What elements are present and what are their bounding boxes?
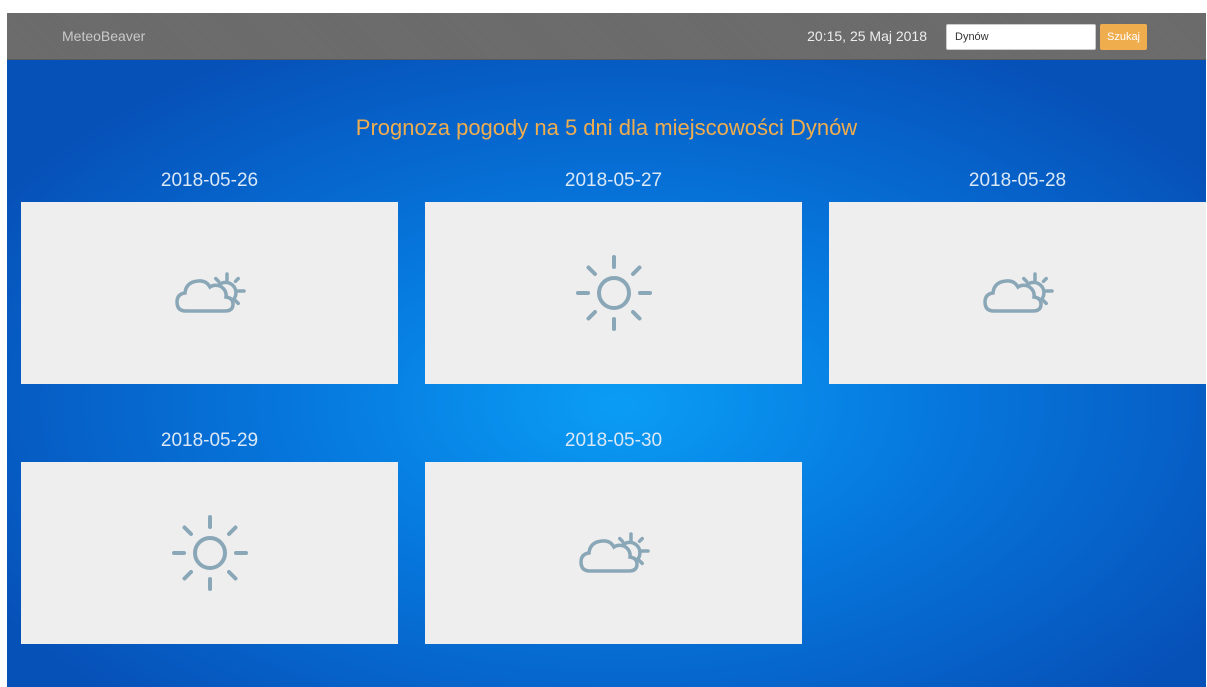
forecast-date: 2018-05-26	[160, 170, 259, 191]
forecast-section: Prognoza pogody na 5 dni dla miejscowośc…	[7, 60, 1206, 687]
partly-cloudy-icon	[578, 532, 650, 573]
forecast-card	[829, 202, 1206, 384]
brand-link[interactable]: MeteoBeaver	[62, 28, 145, 44]
forecast-day-4: 2018-05-29	[21, 426, 398, 644]
navbar: MeteoBeaver 20:15, 25 Maj 2018 Szukaj	[7, 13, 1206, 60]
forecast-date: 2018-05-28	[968, 170, 1067, 191]
forecast-day-3: 2018-05-28	[829, 166, 1206, 384]
page-title: Prognoza pogody na 5 dni dla miejscowośc…	[355, 115, 858, 140]
forecast-date: 2018-05-30	[564, 430, 663, 451]
partly-cloudy-icon	[982, 272, 1054, 313]
partly-cloudy-icon	[174, 272, 246, 313]
forecast-day-5: 2018-05-30	[425, 426, 802, 644]
forecast-day-1: 2018-05-26	[21, 166, 398, 384]
forecast-card	[21, 462, 398, 644]
forecast-card	[425, 462, 802, 644]
forecast-day-2: 2018-05-27	[425, 166, 802, 384]
sun-icon	[171, 515, 248, 591]
city-search-input[interactable]	[946, 24, 1096, 50]
app-window: MeteoBeaver 20:15, 25 Maj 2018 Szukaj Pr…	[7, 13, 1206, 687]
forecast-card	[425, 202, 802, 384]
forecast-date: 2018-05-29	[160, 430, 259, 451]
current-datetime: 20:15, 25 Maj 2018	[807, 28, 927, 44]
forecast-date: 2018-05-27	[564, 170, 663, 191]
search-button[interactable]: Szukaj	[1100, 24, 1147, 50]
forecast-card	[21, 202, 398, 384]
sun-icon	[575, 255, 652, 331]
